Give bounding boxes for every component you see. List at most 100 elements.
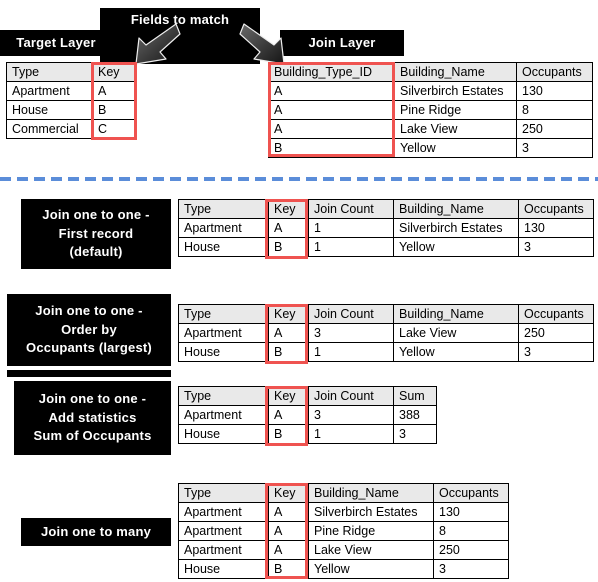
cell: 3 <box>518 237 594 257</box>
column-header: Occupants <box>433 483 509 503</box>
cell: B <box>268 559 309 579</box>
table-row: Apartment A Lake View 250 <box>178 540 509 560</box>
label-line: Occupants (largest) <box>26 340 152 356</box>
label-line: Order by <box>61 321 117 337</box>
cell: Apartment <box>6 81 93 101</box>
table-row: Apartment A Pine Ridge 8 <box>178 521 509 541</box>
table-header-row: Building_Type_ID Building_Name Occupants <box>268 62 593 82</box>
cell: 3 <box>393 424 437 444</box>
cell: B <box>92 100 137 120</box>
cell: 388 <box>393 405 437 425</box>
cell: B <box>268 342 309 362</box>
cell: 130 <box>433 502 509 522</box>
cell: Lake View <box>394 119 517 139</box>
cell: A <box>268 218 309 238</box>
result-label-one-to-many: Join one to many <box>21 518 171 546</box>
table-row: Apartment A 3 388 <box>178 405 437 425</box>
label-line: (default) <box>69 244 123 260</box>
cell: Silverbirch Estates <box>394 81 517 101</box>
result-table-one-to-many: Type Key Building_Name Occupants Apartme… <box>178 483 509 579</box>
result-table-one-to-one-order-by: Type Key Join Count Building_Name Occupa… <box>178 304 594 362</box>
cell: 3 <box>308 405 394 425</box>
cell: 130 <box>516 81 593 101</box>
table-row: Apartment A 1 Silverbirch Estates 130 <box>178 218 594 238</box>
section-divider <box>0 177 598 181</box>
cell: Apartment <box>178 405 269 425</box>
cell: 130 <box>518 218 594 238</box>
label-line: Join one to many <box>40 523 152 539</box>
cell: House <box>178 559 269 579</box>
table-header-row: Type Key Join Count Sum <box>178 386 437 406</box>
cell: 1 <box>308 424 394 444</box>
cell: 250 <box>518 323 594 343</box>
cell: House <box>6 100 93 120</box>
cell: 1 <box>308 237 394 257</box>
cell: Silverbirch Estates <box>393 218 519 238</box>
label-top-bar <box>7 370 171 377</box>
cell: C <box>92 119 137 139</box>
cell: A <box>268 323 309 343</box>
table-row: Apartment A 3 Lake View 250 <box>178 323 594 343</box>
result-table-one-to-one-statistics: Type Key Join Count Sum Apartment A 3 38… <box>178 386 437 444</box>
cell: 8 <box>516 100 593 120</box>
cell: 3 <box>433 559 509 579</box>
target-layer-label: Target Layer <box>16 34 96 50</box>
target-layer-table: Type Key Apartment A House B Commercial … <box>6 62 137 139</box>
cell: 3 <box>518 342 594 362</box>
label-line: Join one to one - <box>42 206 150 222</box>
cell: Yellow <box>394 138 517 158</box>
cell: Apartment <box>178 540 269 560</box>
cell: Yellow <box>393 342 519 362</box>
cell: Apartment <box>178 521 269 541</box>
column-header: Join Count <box>308 199 394 219</box>
cell: 250 <box>516 119 593 139</box>
cell: Yellow <box>393 237 519 257</box>
table-row: B Yellow 3 <box>268 138 593 158</box>
cell: 1 <box>308 342 394 362</box>
cell: 3 <box>516 138 593 158</box>
cell: B <box>268 237 309 257</box>
column-header: Building_Name <box>393 199 519 219</box>
column-header: Join Count <box>308 304 394 324</box>
cell: Yellow <box>308 559 434 579</box>
table-row: A Lake View 250 <box>268 119 593 139</box>
table-header-row: Type Key Join Count Building_Name Occupa… <box>178 304 594 324</box>
cell: A <box>268 405 309 425</box>
label-line: Add statistics <box>48 409 137 425</box>
table-row: A Pine Ridge 8 <box>268 100 593 120</box>
table-header-row: Type Key Join Count Building_Name Occupa… <box>178 199 594 219</box>
cell: Pine Ridge <box>394 100 517 120</box>
table-row: Apartment A <box>6 81 137 101</box>
column-header: Occupants <box>516 62 593 82</box>
column-header: Key <box>268 483 309 503</box>
table-row: House B Yellow 3 <box>178 559 509 579</box>
column-header: Sum <box>393 386 437 406</box>
label-line: Join one to one - <box>35 302 143 318</box>
column-header: Key <box>268 199 309 219</box>
cell: A <box>268 100 395 120</box>
cell: A <box>268 119 395 139</box>
cell: Silverbirch Estates <box>308 502 434 522</box>
cell: A <box>268 521 309 541</box>
table-row: House B <box>6 100 137 120</box>
cell: B <box>268 424 309 444</box>
table-row: House B 1 Yellow 3 <box>178 342 594 362</box>
column-header: Type <box>178 483 269 503</box>
column-header: Occupants <box>518 199 594 219</box>
cell: Lake View <box>393 323 519 343</box>
column-header: Building_Name <box>393 304 519 324</box>
column-header: Building_Name <box>308 483 434 503</box>
cell: 3 <box>308 323 394 343</box>
cell: Apartment <box>178 218 269 238</box>
column-header: Type <box>6 62 93 82</box>
cell: B <box>268 138 395 158</box>
column-header: Type <box>178 386 269 406</box>
column-header: Type <box>178 304 269 324</box>
table-row: House B 1 3 <box>178 424 437 444</box>
column-header: Key <box>268 386 309 406</box>
column-header: Building_Type_ID <box>268 62 395 82</box>
result-label-one-to-one-order-by: Join one to one - Order by Occupants (la… <box>7 294 171 366</box>
label-line: Sum of Occupants <box>33 428 152 444</box>
label-line: First record <box>58 225 134 241</box>
cell: Apartment <box>178 502 269 522</box>
